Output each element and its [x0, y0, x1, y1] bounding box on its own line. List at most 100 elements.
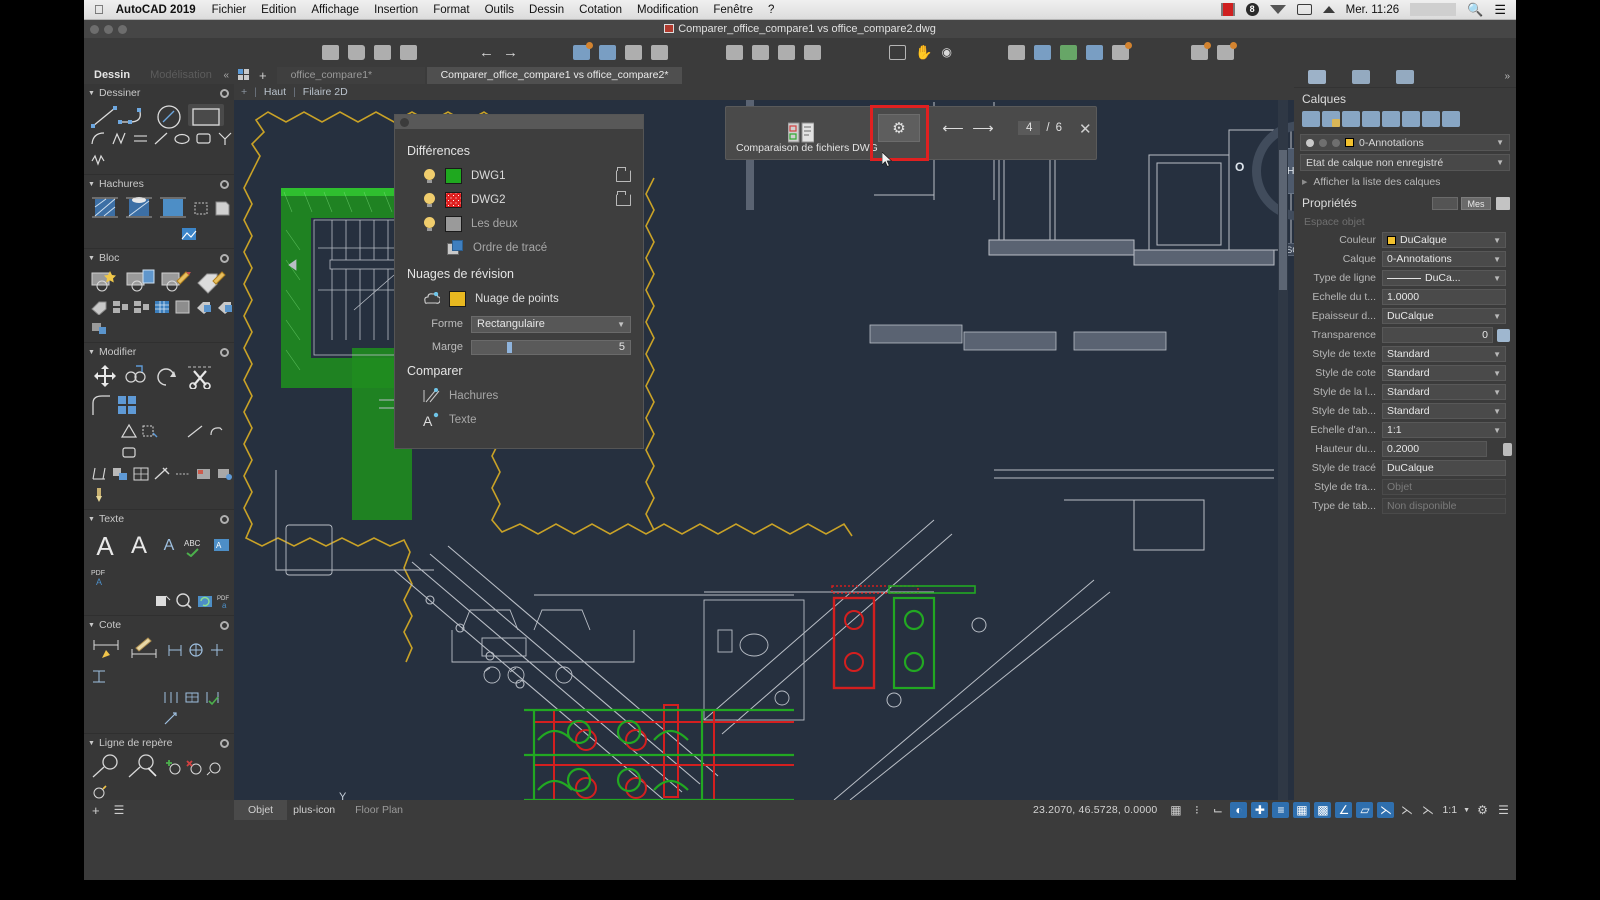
chamfer-icon[interactable]	[120, 444, 137, 461]
layer-off-icon[interactable]	[1402, 111, 1420, 127]
folder-icon[interactable]	[616, 191, 631, 206]
gear-icon[interactable]	[220, 179, 229, 189]
layer-color-swatch[interactable]	[1345, 138, 1354, 147]
compare-row-dwg1[interactable]: DWG1	[407, 164, 631, 188]
section-header-cote[interactable]: ▼ Cote	[84, 616, 234, 634]
block-props-icon[interactable]	[90, 319, 107, 336]
layer-isolate-icon[interactable]	[1362, 111, 1380, 127]
object-snap-tracking-icon[interactable]: ≡	[1272, 802, 1290, 818]
menu-format[interactable]: Format	[433, 4, 469, 16]
property-row-couleur[interactable]: Couleur DuCalque ▼	[1294, 231, 1516, 249]
chevron-down-icon[interactable]: ▼	[1493, 274, 1501, 283]
property-value[interactable]: DuCa... ▼	[1382, 270, 1506, 286]
height-picker-icon[interactable]	[1503, 442, 1512, 456]
block-table-icon[interactable]	[153, 298, 170, 315]
multileader-icon[interactable]	[126, 754, 160, 780]
mirror-icon[interactable]	[120, 423, 138, 440]
property-value[interactable]: DuCalque	[1382, 460, 1506, 476]
edit-block-icon[interactable]	[160, 269, 191, 294]
text-style-icon[interactable]: A	[158, 535, 180, 557]
menu-cotation[interactable]: Cotation	[579, 4, 622, 16]
block-library-icon[interactable]	[111, 298, 128, 315]
gear-icon[interactable]	[220, 514, 229, 524]
tool-palette-icon[interactable]	[1085, 44, 1103, 60]
compare-palette-titlebar[interactable]	[395, 115, 643, 129]
palette-close-button[interactable]	[400, 117, 409, 127]
section-header-hachures[interactable]: ▼ Hachures	[84, 175, 234, 193]
property-value[interactable]: 0-Annotations ▼	[1382, 251, 1506, 267]
find-text-icon[interactable]: A	[212, 535, 234, 557]
section-header-ligne-de-repere[interactable]: ▼ Ligne de repère	[84, 734, 234, 752]
property-row-style-de-cote[interactable]: Style de cote Standard ▼	[1294, 364, 1516, 382]
layer-state-control[interactable]: Etat de calque non enregistré ▼	[1300, 154, 1510, 171]
ortho-icon[interactable]: ⌙	[1209, 802, 1226, 818]
menu-fichier[interactable]: Fichier	[212, 4, 247, 16]
batch-icon[interactable]	[778, 44, 795, 60]
xref-icon[interactable]	[174, 298, 191, 315]
color-swatch-dwg2[interactable]	[445, 192, 462, 208]
chevron-down-icon[interactable]: ▼	[1493, 350, 1501, 359]
ordinate-dim-icon[interactable]	[183, 689, 200, 706]
color-swatch-cloud[interactable]	[449, 291, 466, 307]
lightbulb-icon[interactable]	[423, 169, 436, 183]
offset-icon[interactable]	[207, 423, 224, 440]
airplay-icon[interactable]	[1296, 4, 1312, 15]
layer-lock-icon[interactable]	[1442, 111, 1460, 127]
compare-palette[interactable]: Différences DWG1 DWG2 Les deux Ordre de …	[394, 114, 644, 449]
layer-properties-icon[interactable]	[1302, 111, 1320, 127]
chevron-down-icon[interactable]: ▼	[1493, 236, 1501, 245]
zoom-text-icon[interactable]	[175, 592, 192, 609]
update-text-icon[interactable]	[196, 592, 213, 609]
transparency-icon[interactable]: ▩	[1314, 802, 1332, 818]
selection-cycling-icon[interactable]: ∠	[1335, 802, 1353, 818]
polar-tracking-icon[interactable]: ◐	[1230, 802, 1248, 818]
layout-tab-objet[interactable]: Objet	[234, 800, 288, 820]
compare-icon[interactable]	[1190, 41, 1211, 60]
lightbulb-icon[interactable]	[423, 217, 436, 231]
current-layer-control[interactable]: 0-Annotations ▼	[1300, 134, 1510, 151]
add-viewport-icon[interactable]: +	[92, 803, 100, 818]
property-value[interactable]: 0	[1382, 327, 1493, 343]
compare-row-draw-order[interactable]: Ordre de tracé	[407, 236, 631, 260]
pdf-import-icon[interactable]: PDF a	[217, 592, 234, 610]
plot-preview-icon[interactable]	[599, 44, 616, 60]
text-compare-icon[interactable]: A	[423, 412, 440, 429]
property-row-epaisseur[interactable]: Epaisseur d... DuCalque ▼	[1294, 307, 1516, 325]
break-icon[interactable]	[90, 465, 107, 482]
donut-icon[interactable]	[195, 130, 212, 147]
add-layout-button[interactable]: plus-icon	[287, 800, 341, 820]
menu-insertion[interactable]: Insertion	[374, 4, 418, 16]
layer-freeze-icon[interactable]	[1319, 138, 1327, 147]
search-icon[interactable]: 🔍	[1467, 2, 1483, 18]
arc-icon[interactable]	[90, 130, 107, 147]
snap-icon[interactable]: ⁝	[1188, 802, 1205, 818]
property-value[interactable]: Standard ▼	[1382, 365, 1506, 381]
hatch-compare-icon[interactable]	[423, 388, 440, 404]
create-block-icon[interactable]	[90, 269, 121, 294]
dim-update-icon[interactable]	[204, 689, 221, 706]
undo-icon[interactable]: ←	[479, 44, 494, 61]
chevron-down-icon[interactable]: ▼	[1493, 388, 1501, 397]
solid-fill-icon[interactable]	[158, 195, 188, 221]
8-icon[interactable]: 8	[1245, 3, 1259, 16]
viewport-view-label[interactable]: Haut	[257, 86, 293, 98]
app-name-label[interactable]: AutoCAD 2019	[116, 4, 196, 16]
clock-label[interactable]: Mer. 11:26	[1346, 4, 1400, 16]
compare-files-icon[interactable]	[787, 122, 815, 144]
viewport-plus-button[interactable]: +	[234, 86, 254, 98]
hatch-icon[interactable]	[90, 195, 120, 221]
dynamic-ucs-icon[interactable]: ▱	[1356, 802, 1374, 818]
gear-icon[interactable]	[220, 620, 229, 630]
trim-icon[interactable]	[184, 363, 216, 390]
align-leader-icon[interactable]	[206, 759, 223, 776]
annotation-scale-value[interactable]: 1:1	[1440, 804, 1459, 816]
sheetset-icon[interactable]	[625, 44, 642, 60]
move-icon[interactable]	[90, 363, 120, 389]
collect-leader-icon[interactable]	[90, 784, 107, 801]
property-row-style-de-ligne-repere[interactable]: Style de la l... Standard ▼	[1294, 383, 1516, 401]
property-row-style-de-tableau[interactable]: Style de tab... Standard ▼	[1294, 402, 1516, 420]
fillet-icon[interactable]	[90, 393, 112, 419]
property-row-style-de-trace[interactable]: Style de tracé DuCalque	[1294, 459, 1516, 477]
compare-row-dwg2[interactable]: DWG2	[407, 188, 631, 212]
menu-outils[interactable]: Outils	[485, 4, 514, 16]
